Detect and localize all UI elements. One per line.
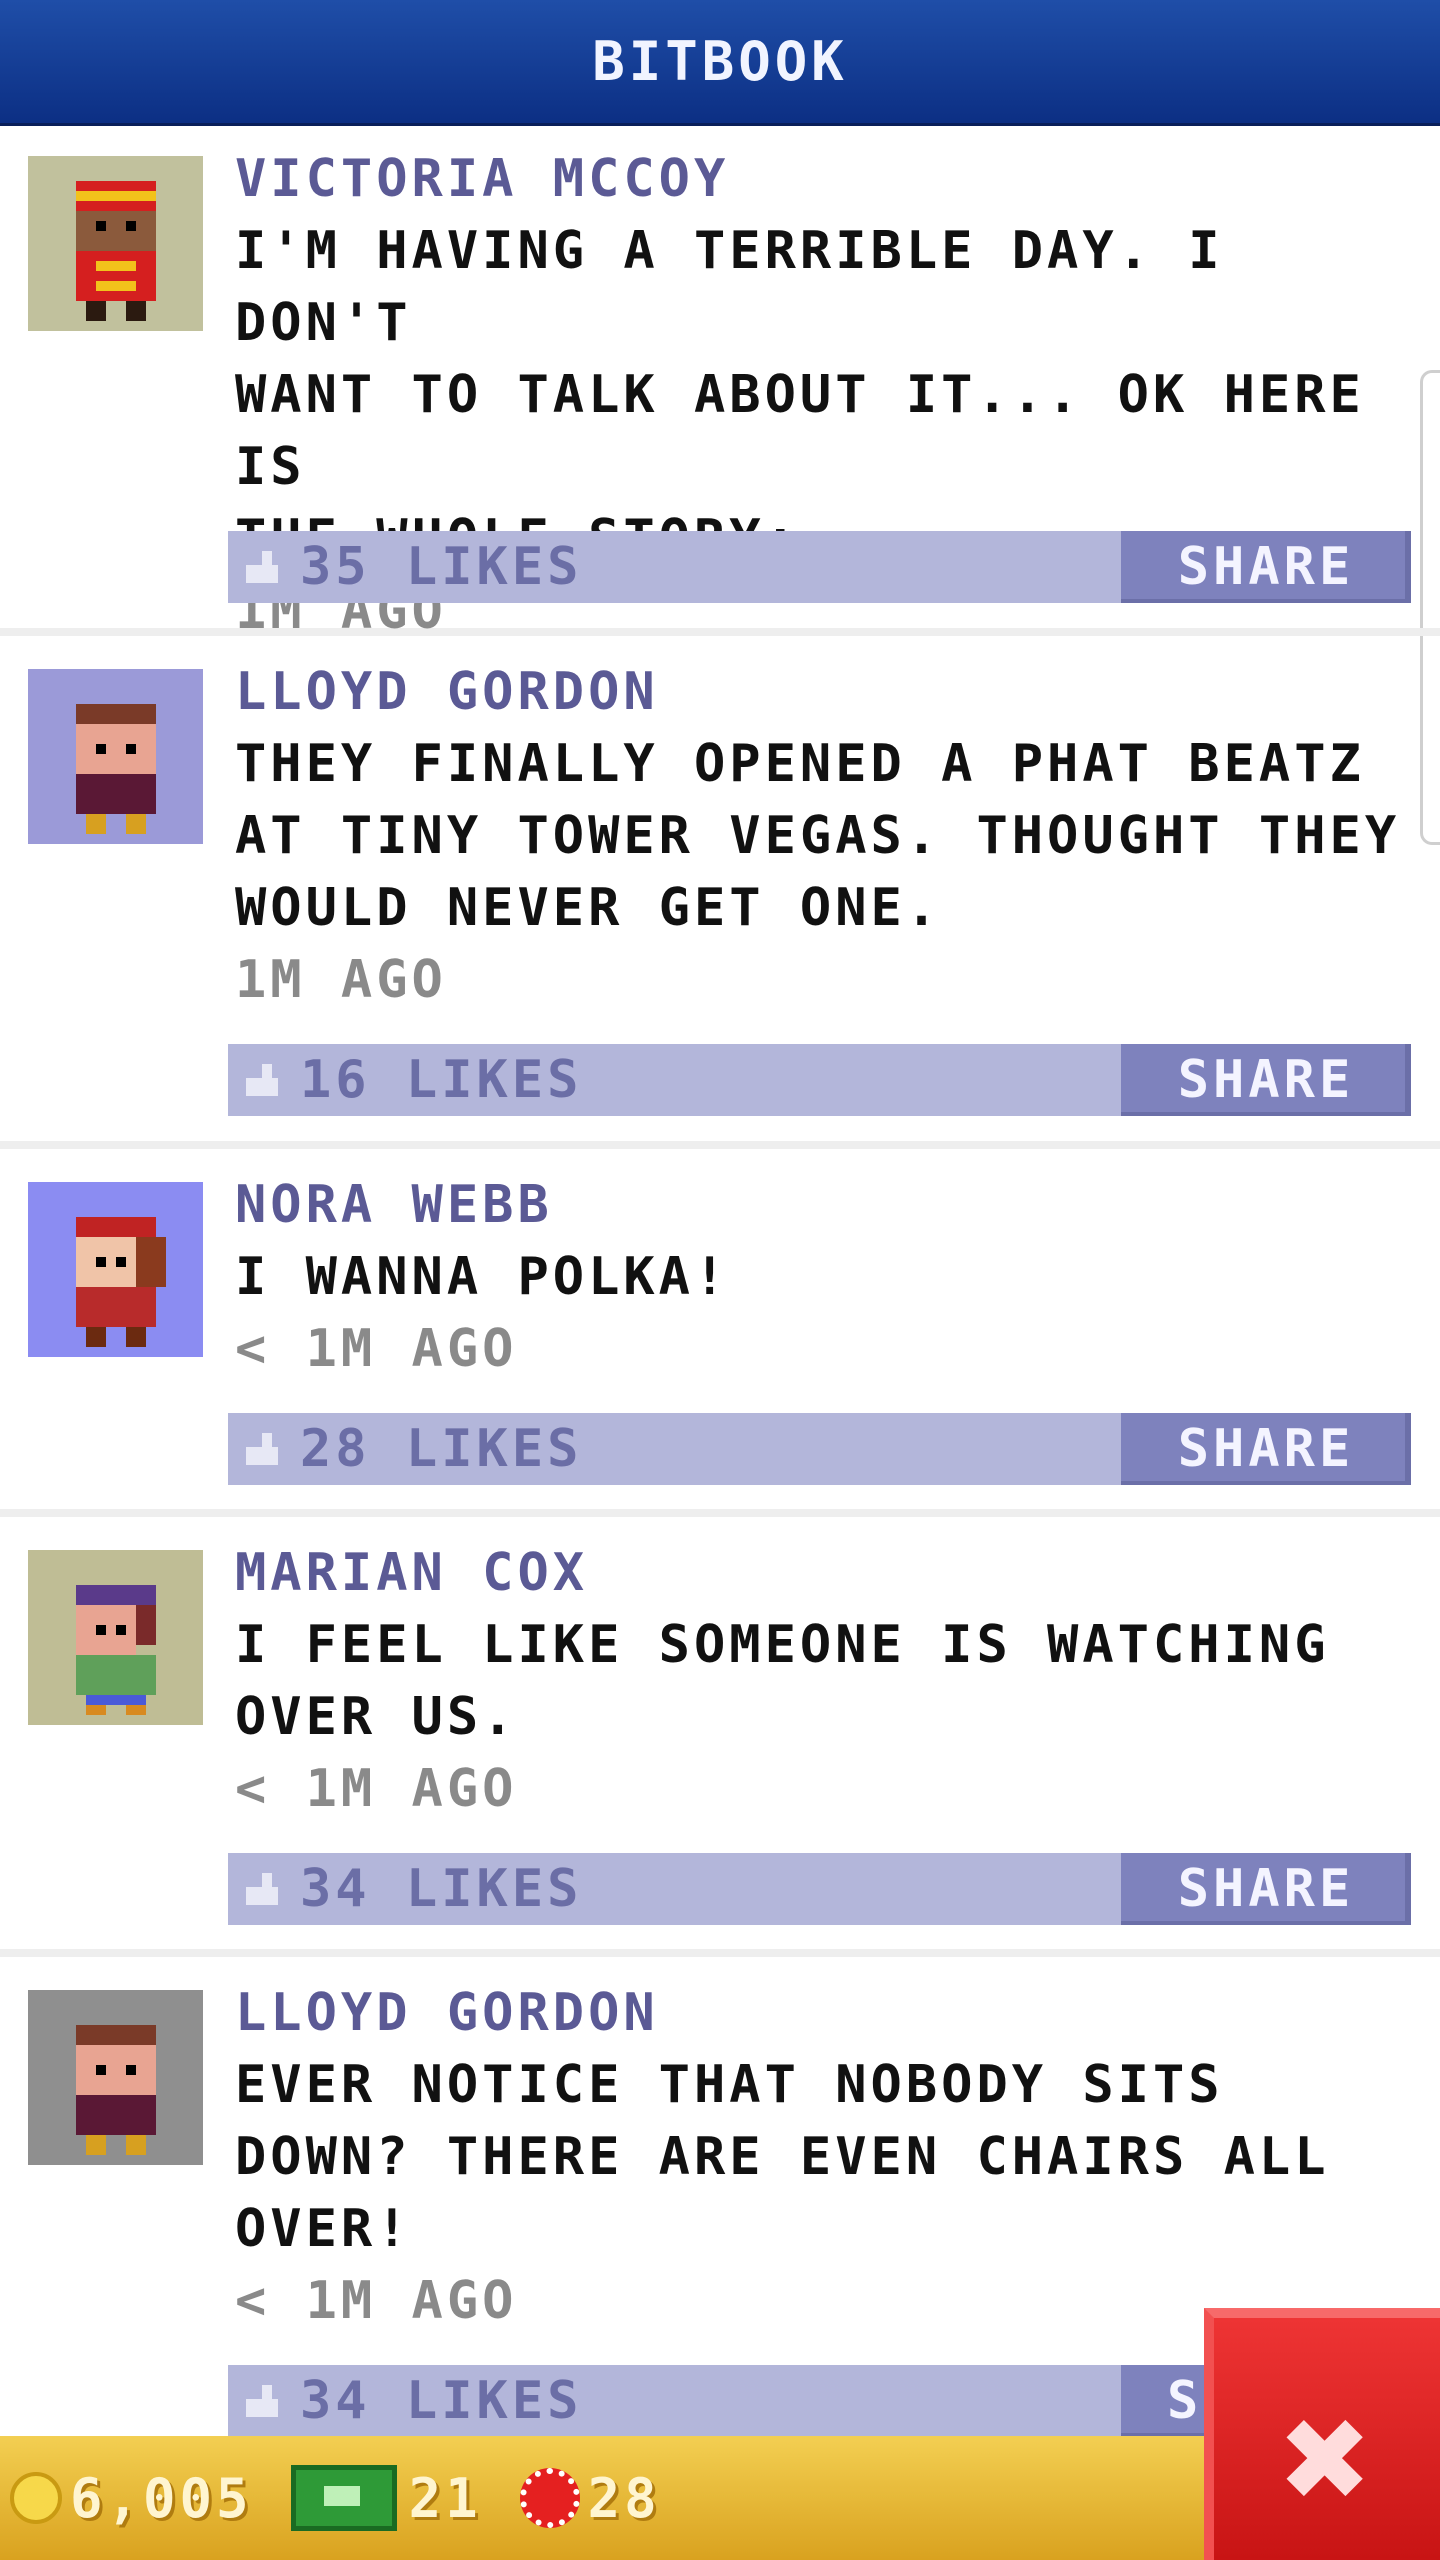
likes-count: 16 LIKES xyxy=(300,1050,583,1110)
share-button[interactable]: SHARE xyxy=(1121,531,1411,603)
person-avatar-icon xyxy=(75,2025,156,2155)
author-name[interactable]: MARIAN COX xyxy=(235,1537,1410,1609)
likes-count: 34 LIKES xyxy=(300,1859,583,1919)
thumbs-up-icon xyxy=(242,1429,282,1469)
person-avatar-icon xyxy=(75,1585,156,1715)
like-button[interactable]: 16 LIKES xyxy=(228,1044,582,1116)
author-name[interactable]: VICTORIA MCCOY xyxy=(235,143,1410,215)
coins-value: 6,005 xyxy=(70,2466,253,2530)
post-timestamp: < 1M AGO xyxy=(235,1759,518,1819)
message-line: EVER NOTICE THAT NOBODY SITS xyxy=(235,2055,1224,2115)
post-action-bar: 34 LIKES SHARE xyxy=(228,1853,1411,1925)
author-name[interactable]: LLOYD GORDON xyxy=(235,1977,1410,2049)
message-line: OVER US. xyxy=(235,1687,518,1747)
avatar[interactable] xyxy=(28,156,203,331)
post-content: NORA WEBB I WANNA POLKA! < 1M AGO xyxy=(235,1169,1410,1385)
post-timestamp: < 1M AGO xyxy=(235,1319,518,1379)
likes-count: 35 LIKES xyxy=(300,537,583,597)
bellhop-avatar-icon xyxy=(75,181,156,321)
thumbs-up-icon xyxy=(242,1869,282,1909)
message-line: I'M HAVING A TERRIBLE DAY. I DON'T xyxy=(235,221,1224,353)
share-button[interactable]: SHARE xyxy=(1121,1413,1411,1485)
post-action-bar: 35 LIKES SHARE xyxy=(228,531,1411,603)
avatar[interactable] xyxy=(28,1990,203,2165)
message-line: I WANNA POLKA! xyxy=(235,1247,730,1307)
message-line: WANT TO TALK ABOUT IT... OK HERE IS xyxy=(235,365,1365,497)
bux-counter: 21 xyxy=(290,2465,482,2531)
bux-value: 21 xyxy=(408,2466,482,2530)
thumbs-up-icon xyxy=(242,1060,282,1100)
coin-icon xyxy=(10,2472,62,2524)
share-button[interactable]: SHARE xyxy=(1121,1044,1411,1116)
post: NORA WEBB I WANNA POLKA! < 1M AGO 28 LIK… xyxy=(0,1149,1440,1517)
like-button[interactable]: 28 LIKES xyxy=(228,1413,582,1485)
close-icon: ✖ xyxy=(1281,2372,1373,2546)
post: MARIAN COX I FEEL LIKE SOMEONE IS WATCHI… xyxy=(0,1517,1440,1957)
post-feed: VICTORIA MCCOY I'M HAVING A TERRIBLE DAY… xyxy=(0,123,1440,2477)
post-action-bar: 28 LIKES SHARE xyxy=(228,1413,1411,1485)
post-action-bar: 16 LIKES SHARE xyxy=(228,1044,1411,1116)
like-button[interactable]: 34 LIKES xyxy=(228,2365,582,2437)
message-line: DOWN? THERE ARE EVEN CHAIRS ALL xyxy=(235,2127,1330,2187)
avatar[interactable] xyxy=(28,1182,203,1357)
person-avatar-icon xyxy=(75,1217,166,1347)
likes-count: 28 LIKES xyxy=(300,1419,583,1479)
post: VICTORIA MCCOY I'M HAVING A TERRIBLE DAY… xyxy=(0,123,1440,641)
likes-count: 34 LIKES xyxy=(300,2371,583,2431)
post-content: MARIAN COX I FEEL LIKE SOMEONE IS WATCHI… xyxy=(235,1537,1410,1825)
app-header: BITBOOK xyxy=(0,0,1440,123)
message-line: OVER! xyxy=(235,2199,412,2259)
avatar[interactable] xyxy=(28,669,203,844)
share-button[interactable]: SHARE xyxy=(1121,1853,1411,1925)
author-name[interactable]: NORA WEBB xyxy=(235,1169,1410,1241)
author-name[interactable]: LLOYD GORDON xyxy=(235,656,1410,728)
message-line: I FEEL LIKE SOMEONE IS WATCHING xyxy=(235,1615,1330,1675)
app-title: BITBOOK xyxy=(592,30,848,93)
coins-counter: 6,005 xyxy=(10,2467,253,2530)
message-line: AT TINY TOWER VEGAS. THOUGHT THEY xyxy=(235,806,1401,866)
post-content: LLOYD GORDON THEY FINALLY OPENED A PHAT … xyxy=(235,656,1410,1016)
chips-counter: 28 xyxy=(519,2466,661,2530)
avatar[interactable] xyxy=(28,1550,203,1725)
post-timestamp: 1M AGO xyxy=(235,950,447,1010)
close-button[interactable]: ✖ xyxy=(1204,2308,1440,2560)
message-line: WOULD NEVER GET ONE. xyxy=(235,878,942,938)
like-button[interactable]: 35 LIKES xyxy=(228,531,582,603)
message-line: THEY FINALLY OPENED A PHAT BEATZ xyxy=(235,734,1365,794)
bux-icon xyxy=(290,2465,397,2531)
person-avatar-icon xyxy=(75,704,156,834)
post: LLOYD GORDON THEY FINALLY OPENED A PHAT … xyxy=(0,636,1440,1149)
thumbs-up-icon xyxy=(242,547,282,587)
chips-value: 28 xyxy=(587,2466,661,2530)
chip-icon xyxy=(519,2468,580,2528)
like-button[interactable]: 34 LIKES xyxy=(228,1853,582,1925)
thumbs-up-icon xyxy=(242,2381,282,2421)
post-content: LLOYD GORDON EVER NOTICE THAT NOBODY SIT… xyxy=(235,1977,1410,2337)
